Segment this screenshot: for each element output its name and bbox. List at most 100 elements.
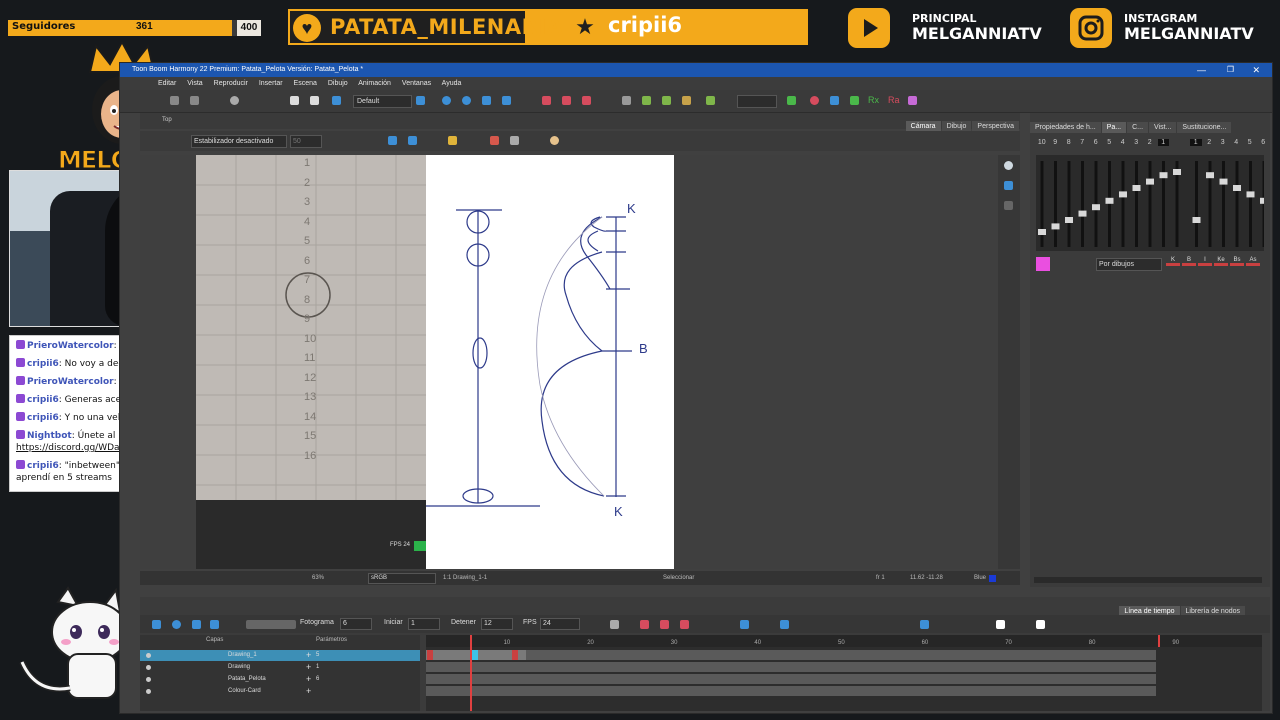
play-icon[interactable]: [152, 620, 161, 629]
rx-label[interactable]: Rx: [868, 95, 879, 105]
layer-frame-track[interactable]: [426, 650, 1156, 660]
expand-icon[interactable]: [1036, 620, 1045, 629]
envelope-icon[interactable]: [642, 96, 651, 105]
keyframe-marker[interactable]: [512, 650, 518, 660]
timeline-layer-row[interactable]: Drawing +1: [140, 662, 420, 673]
onion-frame-number[interactable]: 1: [1157, 139, 1169, 146]
start-field[interactable]: 1: [408, 618, 440, 630]
flag-icon[interactable]: [787, 96, 796, 105]
tab-c[interactable]: C...: [1127, 122, 1149, 133]
pivot-icon[interactable]: [582, 96, 591, 105]
menu-ventanas[interactable]: Ventanas: [402, 80, 431, 87]
toolbar-dropdown[interactable]: [737, 95, 777, 108]
layer-frame-track[interactable]: [426, 662, 1156, 672]
pencil-tool-icon[interactable]: [490, 136, 499, 145]
onion-slider-handle[interactable]: [1219, 178, 1228, 185]
sound-icon[interactable]: [192, 620, 201, 629]
tab-view[interactable]: Vist...: [1149, 122, 1177, 133]
onion-frame-number[interactable]: 5: [1104, 139, 1116, 146]
onion-frame-number[interactable]: 8: [1063, 139, 1075, 146]
onion-slider-handle[interactable]: [1038, 229, 1046, 235]
playback-slider-icon[interactable]: [246, 620, 296, 629]
onion-slider-handle[interactable]: [1132, 185, 1141, 191]
onion-slider-handle[interactable]: [1246, 191, 1255, 198]
chat-username[interactable]: Nightbot: [27, 431, 72, 441]
rotate-icon[interactable]: [462, 96, 471, 105]
onion-slider-handle[interactable]: [1260, 197, 1268, 204]
eye-icon[interactable]: [146, 689, 151, 694]
menu-ayuda[interactable]: Ayuda: [442, 80, 462, 87]
zoom-level[interactable]: 63%: [312, 571, 324, 585]
undo-icon[interactable]: [230, 96, 239, 105]
ik-icon[interactable]: [542, 96, 551, 105]
timeline-frames[interactable]: 10 20 30 40 50 60 70 80 90: [426, 635, 1262, 711]
current-color-swatch[interactable]: [989, 575, 996, 582]
paint-tool-icon[interactable]: [550, 136, 559, 145]
add-layer-icon[interactable]: +: [306, 674, 311, 685]
kinematic-icon[interactable]: [810, 96, 819, 105]
marker-icon[interactable]: [996, 620, 1005, 629]
skew-icon[interactable]: [502, 96, 511, 105]
onion-slider-handle[interactable]: [1078, 210, 1087, 217]
transform-icon[interactable]: [442, 96, 451, 105]
camera-layers-icon[interactable]: [1004, 181, 1013, 190]
onion-frame-number[interactable]: 2: [1144, 139, 1156, 146]
frame-icon[interactable]: [682, 96, 691, 105]
chat-username[interactable]: cripii6: [27, 413, 59, 423]
timeline-layer-row[interactable]: Colour-Card +: [140, 686, 420, 697]
stop-motion-icon[interactable]: [680, 620, 689, 629]
layer-name[interactable]: Patata_Pelota: [228, 674, 266, 685]
onion-type-label[interactable]: Ke: [1214, 257, 1228, 266]
add-layer-icon[interactable]: +: [306, 662, 311, 673]
menu-animacion[interactable]: Animación: [358, 80, 391, 87]
brush-tool-icon[interactable]: [510, 136, 519, 145]
menu-reproducir[interactable]: Reproducir: [214, 80, 248, 87]
stabilizer-amount[interactable]: 50: [290, 135, 322, 148]
menu-vista[interactable]: Vista: [187, 80, 202, 87]
minimize-button[interactable]: —: [1197, 63, 1206, 77]
select-tool-icon[interactable]: [388, 136, 397, 145]
bone-icon[interactable]: [562, 96, 571, 105]
onion-mode-select[interactable]: Por dibujos: [1096, 258, 1162, 271]
motion-icon[interactable]: [660, 620, 669, 629]
maximize-button[interactable]: ❐: [1227, 63, 1234, 77]
scale-icon[interactable]: [482, 96, 491, 105]
layer-frame-track[interactable]: [426, 686, 1156, 696]
peg-icon[interactable]: [830, 96, 839, 105]
onion-slider-handle[interactable]: [1065, 217, 1073, 223]
keyframe-icon[interactable]: [610, 620, 619, 629]
chat-username[interactable]: cripii6: [27, 359, 59, 369]
chat-username[interactable]: PrieroWatercolor: [27, 341, 114, 351]
save-icon[interactable]: [170, 96, 179, 105]
timeline-layer-row[interactable]: Drawing_1 +5: [140, 650, 420, 661]
fps-field[interactable]: 24: [540, 618, 580, 630]
onion-skin-sliders[interactable]: [1036, 155, 1280, 251]
eye-icon[interactable]: [146, 653, 151, 658]
layer-icon[interactable]: [332, 96, 341, 105]
onion-slider-handle[interactable]: [1051, 223, 1060, 230]
chat-username[interactable]: cripii6: [27, 461, 59, 471]
layer-name[interactable]: Colour-Card: [228, 686, 261, 697]
onion-type-label[interactable]: Bs: [1230, 257, 1244, 266]
contour-tool-icon[interactable]: [408, 136, 417, 145]
onion-frame-number[interactable]: 4: [1117, 139, 1129, 146]
frame-field[interactable]: 6: [340, 618, 372, 630]
drawing-canvas[interactable]: K B K: [406, 155, 674, 569]
onion-frame-number[interactable]: 10: [1036, 139, 1048, 146]
onion-frame-number[interactable]: 3: [1217, 139, 1229, 146]
onion-type-label[interactable]: K: [1166, 257, 1180, 266]
onion-slider-handle[interactable]: [1146, 178, 1154, 185]
chat-username[interactable]: PrieroWatercolor: [27, 377, 114, 387]
rotation-param-icon[interactable]: [850, 96, 859, 105]
delete-icon[interactable]: [310, 96, 319, 105]
workspace-select[interactable]: Default: [353, 95, 412, 108]
onion-frame-number[interactable]: 3: [1131, 139, 1143, 146]
onion-type-label[interactable]: B: [1182, 257, 1196, 266]
tab-palette[interactable]: Pa...: [1101, 122, 1127, 133]
onion-frame-number[interactable]: 9: [1050, 139, 1062, 146]
menu-dibujo[interactable]: Dibujo: [328, 80, 348, 87]
workspace-apply-icon[interactable]: [416, 96, 425, 105]
onion-frame-number[interactable]: 6: [1258, 139, 1270, 146]
shape-icon[interactable]: [908, 96, 917, 105]
camera-collapse-icon[interactable]: [1004, 201, 1013, 210]
